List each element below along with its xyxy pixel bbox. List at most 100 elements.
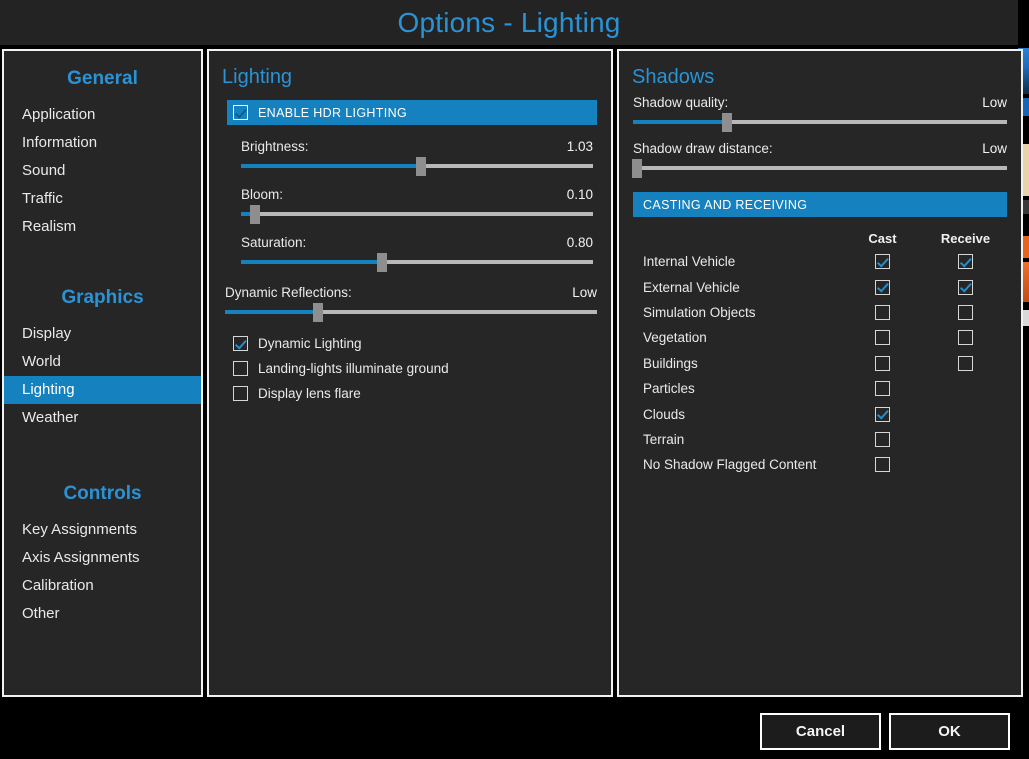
shadows-panel: Shadows Shadow quality:LowShadow draw di… xyxy=(617,49,1023,697)
table-row: Simulation Objects xyxy=(619,300,1021,325)
cast-cell xyxy=(841,280,924,295)
lighting-slider-group: Brightness:1.03 Bloom:0.10 Saturation:0.80 xyxy=(241,139,593,269)
sidebar-item-world[interactable]: World xyxy=(4,348,201,376)
cast-checkbox-vegetation[interactable] xyxy=(875,330,890,345)
sidebar-item-traffic[interactable]: Traffic xyxy=(4,185,201,213)
checkbox-label: Dynamic Lighting xyxy=(258,336,362,351)
shadows-slider-group: Shadow quality:Low Shadow draw distance:L… xyxy=(633,95,1007,175)
shadow-draw-distance-slider[interactable] xyxy=(633,161,1007,175)
sidebar-item-label: Information xyxy=(22,134,97,151)
slider-knob[interactable] xyxy=(416,157,426,176)
row-label-vegetation: Vegetation xyxy=(619,330,841,345)
bloom-group: Bloom:0.10 xyxy=(241,187,593,221)
receive-checkbox-buildings[interactable] xyxy=(958,356,973,371)
saturation-value: 0.80 xyxy=(567,235,593,250)
slider-track xyxy=(241,212,593,216)
lighting-panel: Lighting ENABLE HDR LIGHTING Brightness:… xyxy=(207,49,613,697)
slider-fill xyxy=(225,310,318,314)
nav-group-controls: Controls Key Assignments Axis Assignments… xyxy=(4,484,201,628)
sidebar-item-label: Display xyxy=(22,325,71,342)
sidebar-item-sound[interactable]: Sound xyxy=(4,157,201,185)
ok-button[interactable]: OK xyxy=(889,713,1010,750)
cast-checkbox-buildings[interactable] xyxy=(875,356,890,371)
lighting-section-title: Lighting xyxy=(222,67,611,87)
checkbox-row-dynamic-lighting[interactable]: Dynamic Lighting xyxy=(233,331,611,356)
sidebar-item-application[interactable]: Application xyxy=(4,101,201,129)
sidebar-item-label: Realism xyxy=(22,218,76,235)
cast-checkbox-particles[interactable] xyxy=(875,381,890,396)
slider-knob[interactable] xyxy=(722,113,732,132)
sidebar-item-weather[interactable]: Weather xyxy=(4,404,201,432)
checkbox-display-lens-flare[interactable] xyxy=(233,386,248,401)
bloom-slider[interactable] xyxy=(241,207,593,221)
shadow-matrix-rows: Internal Vehicle External Vehicle Simulati… xyxy=(619,249,1021,478)
receive-cell xyxy=(924,330,1007,345)
checkbox-dynamic-lighting[interactable] xyxy=(233,336,248,351)
checkbox-row-landing-lights-illuminate-ground[interactable]: Landing-lights illuminate ground xyxy=(233,356,611,381)
sidebar-item-other[interactable]: Other xyxy=(4,600,201,628)
slider-knob[interactable] xyxy=(632,159,642,178)
sidebar-item-key-assignments[interactable]: Key Assignments xyxy=(4,516,201,544)
nav-heading-general: General xyxy=(4,69,201,88)
saturation-slider[interactable] xyxy=(241,255,593,269)
brightness-row-label: Brightness:1.03 xyxy=(241,139,593,154)
nav-heading-controls: Controls xyxy=(4,484,201,503)
saturation-row-label: Saturation:0.80 xyxy=(241,235,593,250)
checkbox-row-display-lens-flare[interactable]: Display lens flare xyxy=(233,381,611,406)
sidebar-item-label: Axis Assignments xyxy=(22,549,140,566)
cast-checkbox-terrain[interactable] xyxy=(875,432,890,447)
checkbox-label: Display lens flare xyxy=(258,386,361,401)
slider-fill xyxy=(241,260,382,264)
cast-cell xyxy=(841,330,924,345)
dynamic-reflections-label: Dynamic Reflections: xyxy=(225,285,352,300)
cast-checkbox-simulation-objects[interactable] xyxy=(875,305,890,320)
receive-cell xyxy=(924,305,1007,320)
brightness-value: 1.03 xyxy=(567,139,593,154)
sidebar-item-information[interactable]: Information xyxy=(4,129,201,157)
shadow-draw-distance-group: Shadow draw distance:Low xyxy=(633,141,1007,175)
enable-hdr-lighting-bar[interactable]: ENABLE HDR LIGHTING xyxy=(227,100,597,125)
row-label-external-vehicle: External Vehicle xyxy=(619,280,841,295)
slider-knob[interactable] xyxy=(250,205,260,224)
row-label-internal-vehicle: Internal Vehicle xyxy=(619,254,841,269)
receive-checkbox-external-vehicle[interactable] xyxy=(958,280,973,295)
checkbox-landing-lights-illuminate-ground[interactable] xyxy=(233,361,248,376)
sidebar-item-display[interactable]: Display xyxy=(4,320,201,348)
cancel-button[interactable]: Cancel xyxy=(760,713,881,750)
cast-checkbox-clouds[interactable] xyxy=(875,407,890,422)
receive-checkbox-vegetation[interactable] xyxy=(958,330,973,345)
cast-checkbox-no-shadow-flagged-content[interactable] xyxy=(875,457,890,472)
dialog-footer: Cancel OK xyxy=(0,699,1029,759)
sidebar-item-lighting[interactable]: Lighting xyxy=(4,376,201,404)
cast-checkbox-external-vehicle[interactable] xyxy=(875,280,890,295)
table-row: Buildings xyxy=(619,351,1021,376)
shadow-quality-slider[interactable] xyxy=(633,115,1007,129)
shadow-quality-label: Shadow quality: xyxy=(633,95,728,110)
cast-cell xyxy=(841,432,924,447)
cast-checkbox-internal-vehicle[interactable] xyxy=(875,254,890,269)
slider-knob[interactable] xyxy=(313,303,323,322)
dynamic-reflections-slider[interactable] xyxy=(225,305,597,319)
nav-group-graphics: Graphics DisplayWorldLightingWeather xyxy=(4,288,201,432)
sidebar-item-label: Sound xyxy=(22,162,65,179)
shadow-quality-group: Shadow quality:Low xyxy=(633,95,1007,129)
receive-checkbox-internal-vehicle[interactable] xyxy=(958,254,973,269)
receive-checkbox-simulation-objects[interactable] xyxy=(958,305,973,320)
shadow-matrix: Cast Receive Internal VehicleExternal Ve… xyxy=(619,227,1021,478)
sidebar-item-realism[interactable]: Realism xyxy=(4,213,201,241)
brightness-slider[interactable] xyxy=(241,159,593,173)
casting-and-receiving-label: CASTING AND RECEIVING xyxy=(643,198,807,212)
cast-cell xyxy=(841,407,924,422)
brightness-group: Brightness:1.03 xyxy=(241,139,593,173)
enable-hdr-lighting-checkbox[interactable] xyxy=(233,105,248,120)
sidebar-item-calibration[interactable]: Calibration xyxy=(4,572,201,600)
table-row: No Shadow Flagged Content xyxy=(619,452,1021,477)
receive-cell xyxy=(924,356,1007,371)
receive-cell xyxy=(924,254,1007,269)
cast-cell xyxy=(841,356,924,371)
row-label-simulation-objects: Simulation Objects xyxy=(619,305,841,320)
slider-knob[interactable] xyxy=(377,253,387,272)
bloom-label: Bloom: xyxy=(241,187,283,202)
sidebar-item-axis-assignments[interactable]: Axis Assignments xyxy=(4,544,201,572)
nav-list-general: Application Information Sound Traffic Realis… xyxy=(4,101,201,241)
